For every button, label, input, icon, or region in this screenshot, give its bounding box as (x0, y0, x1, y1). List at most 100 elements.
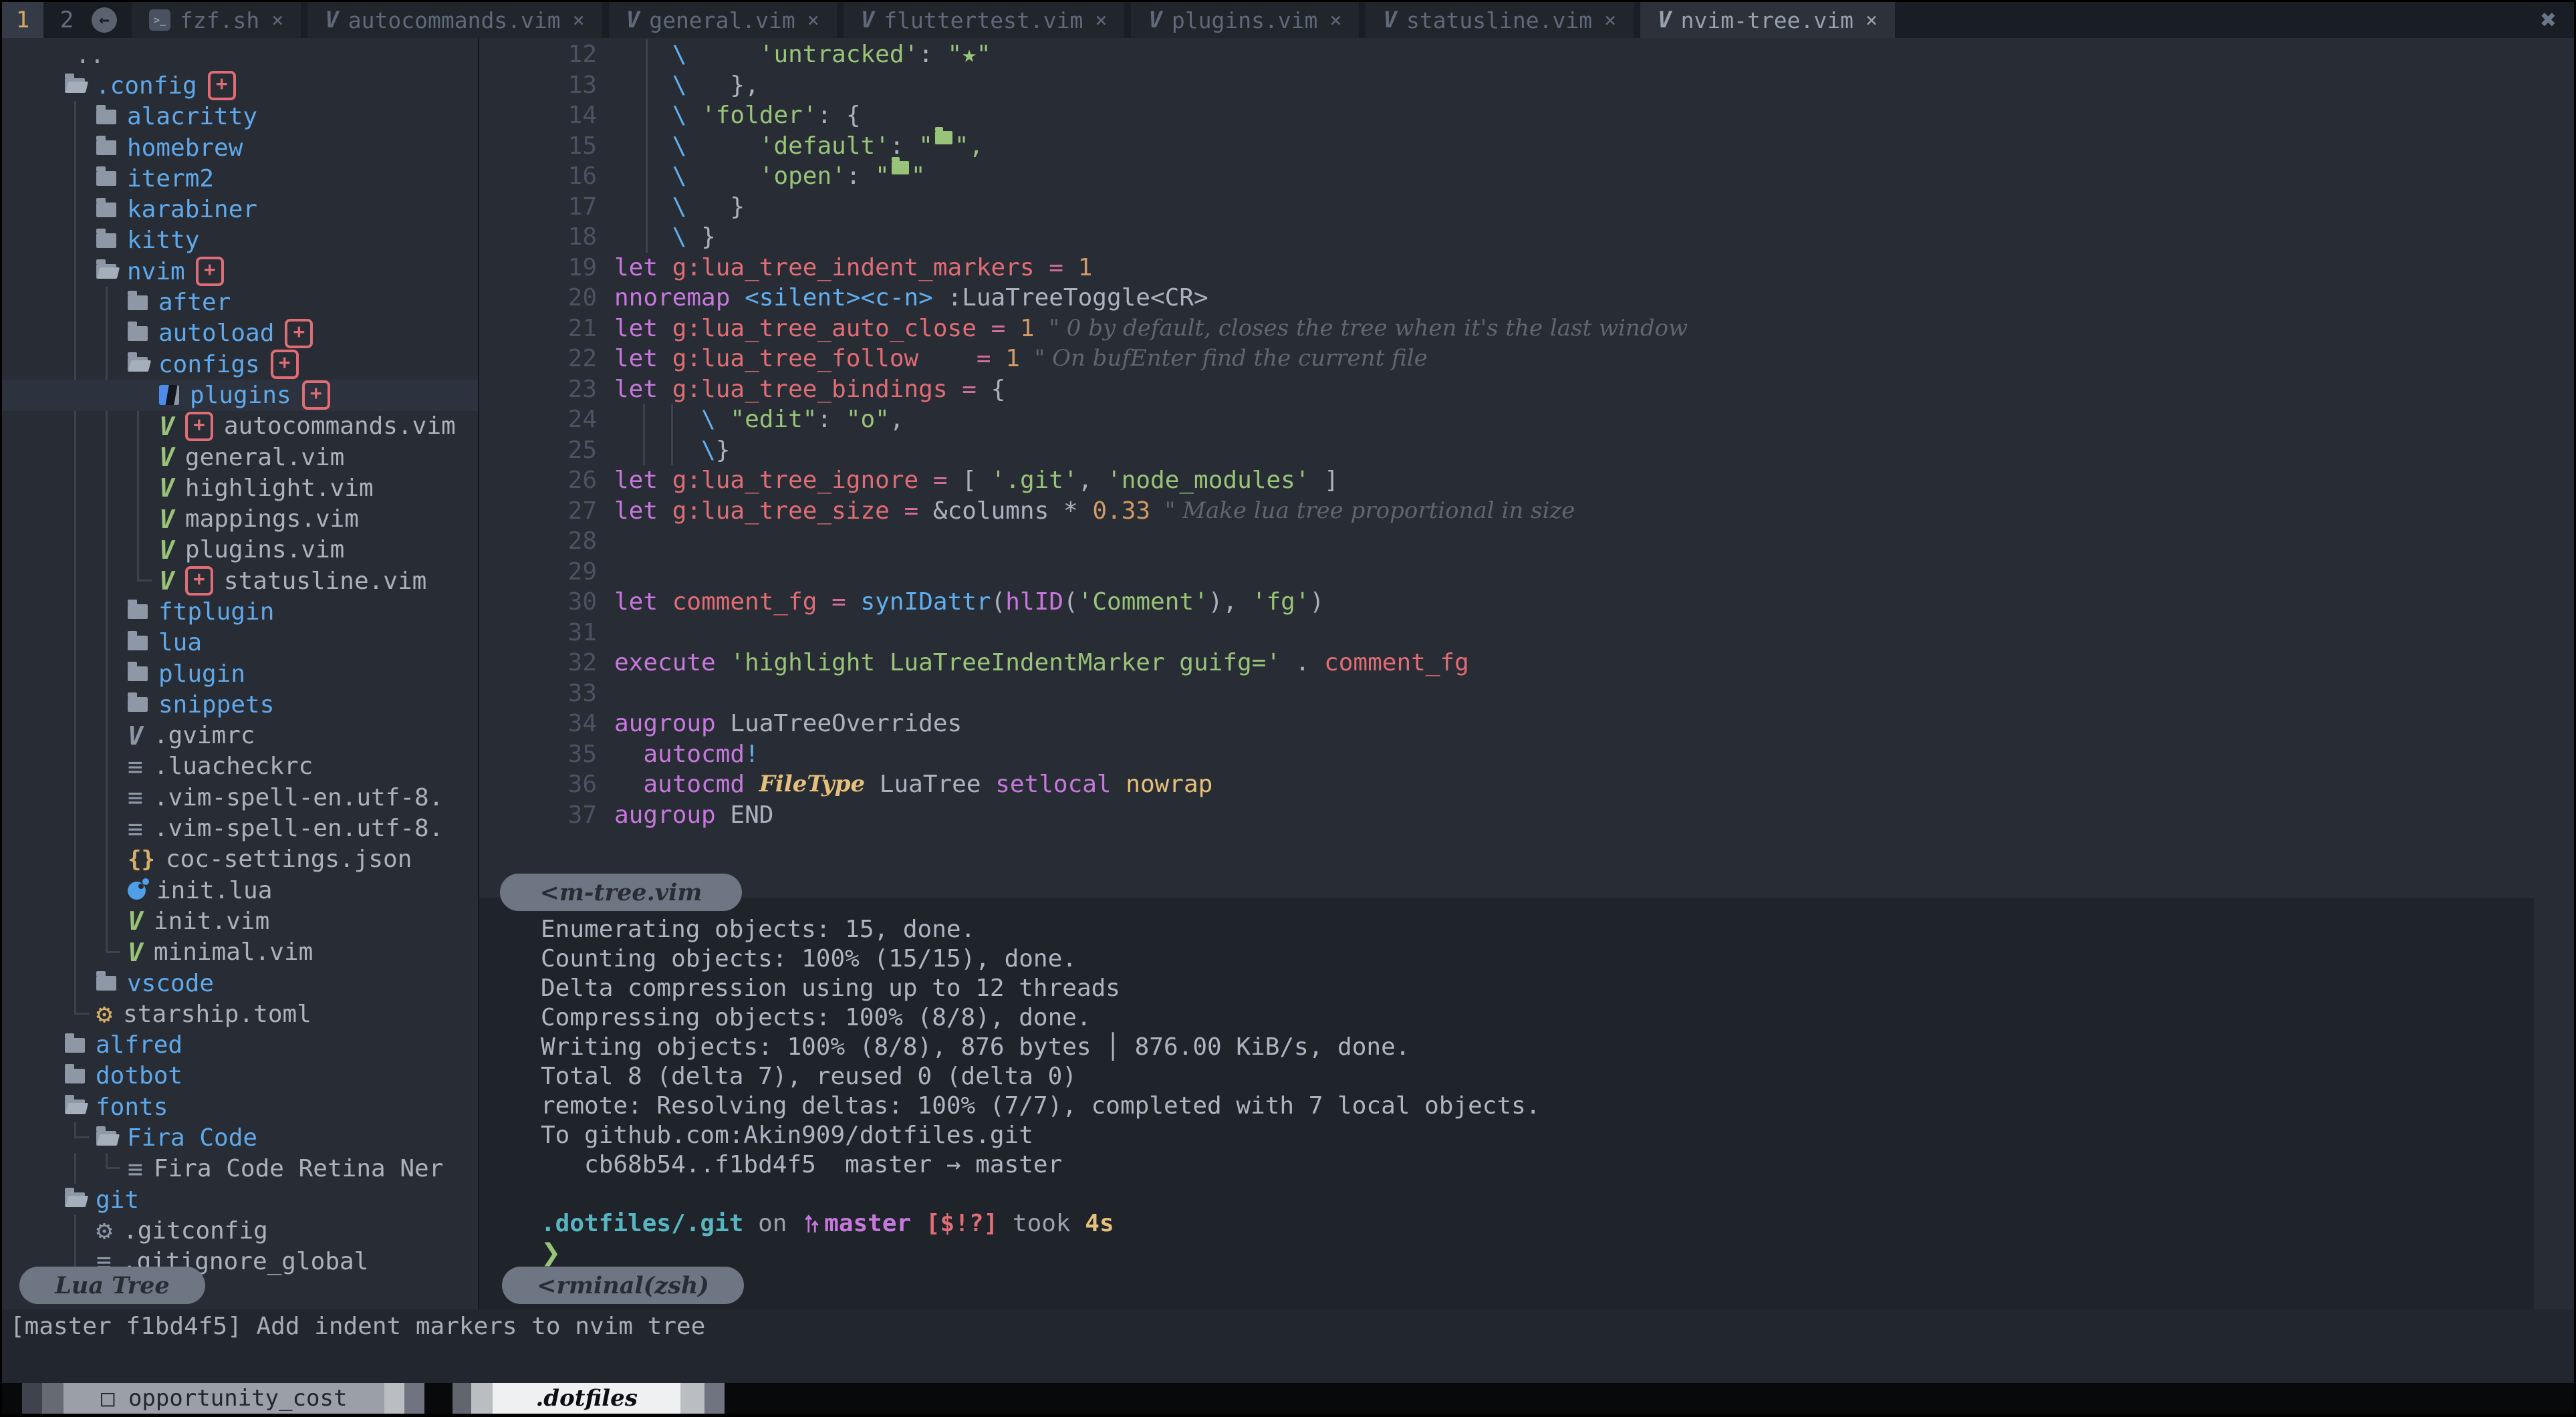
code-line: 20nnoremap <silent><c-n> :LuaTreeToggle<… (479, 283, 2574, 313)
tab-close-icon[interactable]: × (1329, 9, 1341, 32)
tab-close-icon[interactable]: × (271, 9, 283, 32)
tree-item-plugins.vim[interactable]: Vplugins.vim (2, 535, 478, 565)
tree-item-Fira-Code-Retina-Ner[interactable]: ≡Fira Code Retina Ner (2, 1154, 478, 1184)
vim-file-icon: V (159, 442, 174, 472)
json-file-icon: {} (128, 846, 155, 873)
tree-item-minimal.vim[interactable]: Vminimal.vim (2, 937, 478, 968)
tree-item-vscode[interactable]: vscode (2, 968, 478, 999)
tree-item-alfred[interactable]: alfred (2, 1030, 478, 1061)
vim-file-icon: V (128, 906, 143, 936)
tab-plugins.vim[interactable]: Vplugins.vim× (1131, 2, 1359, 38)
tree-item-.gvimrc[interactable]: V.gvimrc (2, 721, 478, 751)
tree-item-lua[interactable]: lua (2, 628, 478, 658)
terminal-line: Total 8 (delta 7), reused 0 (delta 0) (541, 1062, 2534, 1091)
tab-statusline.vim[interactable]: Vstatusline.vim× (1366, 2, 1634, 38)
tree-item-autocommands.vim[interactable]: V+autocommands.vim (2, 411, 478, 442)
tree-item-ftplugin[interactable]: ftplugin (2, 596, 478, 627)
file-tree-panel[interactable]: ...config+alacrittyhomebrewiterm2karabin… (2, 38, 479, 1309)
tab-close-icon[interactable]: × (1604, 9, 1616, 32)
tab-fluttertest.vim[interactable]: Vfluttertest.vim× (844, 2, 1125, 38)
folder-icon (65, 1038, 85, 1053)
prompt-segment: [$!?] (911, 1210, 998, 1237)
line-number: 22 (479, 344, 614, 374)
line-number: 24 (479, 404, 614, 435)
tab-nvim-tree.vim[interactable]: Vnvim-tree.vim× (1640, 2, 1895, 38)
tab-general.vim[interactable]: Vgeneral.vim× (609, 2, 837, 38)
tree-item-iterm2[interactable]: iterm2 (2, 163, 478, 194)
vim-icon: V (1148, 7, 1162, 33)
tab-label: fzf.sh (180, 7, 259, 33)
tree-item-starship.toml[interactable]: ⚙starship.toml (2, 999, 478, 1029)
tree-item-plugin[interactable]: plugin (2, 658, 478, 689)
tmux-segment (471, 1383, 493, 1414)
tab-label: nvim-tree.vim (1681, 7, 1853, 33)
line-number: 23 (479, 374, 614, 405)
tree-item-general.vim[interactable]: Vgeneral.vim (2, 442, 478, 473)
line-number: 29 (479, 557, 614, 588)
tab-close-icon[interactable]: × (807, 9, 819, 32)
vim-icon: V (626, 7, 640, 33)
tree-item-init.lua[interactable]: init.lua (2, 875, 478, 906)
tab-close-icon[interactable]: × (1865, 9, 1878, 32)
tree-item-mappings.vim[interactable]: Vmappings.vim (2, 503, 478, 534)
tree-item-dotbot[interactable]: dotbot (2, 1061, 478, 1091)
tree-item-configs[interactable]: configs+ (2, 349, 478, 380)
tree-item-init.vim[interactable]: Vinit.vim (2, 906, 478, 936)
tab-close-icon[interactable]: × (1095, 9, 1107, 32)
close-icon[interactable]: ✖ (2541, 5, 2557, 35)
tree-item-plugins[interactable]: plugins+ (2, 380, 478, 410)
tree-item-.vim-spell-en.utf-8.[interactable]: ≡.vim-spell-en.utf-8. (2, 813, 478, 844)
tree-item-karabiner[interactable]: karabiner (2, 194, 478, 225)
tree-item-alacritty[interactable]: alacritty (2, 102, 478, 132)
tmux-status-bar: □ opportunity_cost .dotfiles (2, 1383, 2574, 1414)
tree-item-kitty[interactable]: kitty (2, 225, 478, 256)
folder-icon (96, 976, 116, 991)
code-line: 15 \ 'default': "", (479, 131, 2574, 162)
tree-item-..[interactable]: .. (2, 39, 478, 70)
prompt-segment: .dotfiles/.git (541, 1210, 743, 1237)
back-arrow-icon[interactable]: ← (92, 7, 117, 33)
editor-buffer[interactable]: 12 \ 'untracked': "★"13 \ },14 \ 'folder… (479, 38, 2574, 898)
line-number: 31 (479, 618, 614, 648)
tree-item-label: vscode (127, 970, 214, 997)
tree-item-.vim-spell-en.utf-8.[interactable]: ≡.vim-spell-en.utf-8. (2, 782, 478, 813)
folder-icon (128, 636, 148, 650)
tree-item-highlight.vim[interactable]: Vhighlight.vim (2, 473, 478, 503)
tree-item-coc-settings.json[interactable]: {}coc-settings.json (2, 844, 478, 875)
tree-item-after[interactable]: after (2, 287, 478, 317)
folder-open-icon (96, 1131, 116, 1146)
tree-item-label: autoload (158, 319, 274, 347)
tmux-window-dotfiles[interactable]: .dotfiles (493, 1383, 680, 1414)
prompt-cursor-line: ❯ (541, 1239, 2534, 1268)
tree-item-git[interactable]: git (2, 1184, 478, 1215)
tmux-segment (2, 1383, 22, 1414)
tmux-window-opportunity_cost[interactable]: □ opportunity_cost (63, 1383, 384, 1414)
shell-prompt: .dotfiles/.git on master [$!?] took 4s (541, 1209, 2534, 1239)
line-number: 36 (479, 769, 614, 800)
tree-item-label: minimal.vim (154, 938, 313, 966)
tree-item-statusline.vim[interactable]: V+statusline.vim (2, 565, 478, 596)
tab-autocommands.vim[interactable]: Vautocommands.vim× (307, 2, 602, 38)
vim-icon: V (861, 7, 874, 33)
tree-item-autoload[interactable]: autoload+ (2, 318, 478, 349)
tab-close-icon[interactable]: × (573, 9, 585, 32)
tree-item-Fira-Code[interactable]: Fira Code (2, 1122, 478, 1153)
tree-item-homebrew[interactable]: homebrew (2, 132, 478, 163)
code-line: 34augroup LuaTreeOverrides (479, 708, 2574, 739)
tree-item-nvim[interactable]: nvim+ (2, 256, 478, 287)
folder-open-icon (65, 1192, 85, 1207)
tmux-segment (453, 1383, 471, 1414)
terminal-line: Delta compression using up to 12 threads (541, 974, 2534, 1003)
terminal-pane[interactable]: Enumerating objects: 15, done.Counting o… (479, 898, 2534, 1309)
tree-item-fonts[interactable]: fonts (2, 1091, 478, 1122)
tree-item-label: alacritty (127, 103, 257, 130)
tree-item-snippets[interactable]: snippets (2, 689, 478, 720)
cmdline-message: [master f1bd4f5] Add indent markers to n… (2, 1309, 2574, 1344)
line-number: 27 (479, 496, 614, 527)
tree-item-.luacheckrc[interactable]: ≡.luacheckrc (2, 751, 478, 782)
tab-fzf.sh[interactable]: >_fzf.sh× (132, 2, 301, 38)
tabpage-2[interactable]: 2 (47, 2, 86, 38)
tree-item-.config[interactable]: .config+ (2, 70, 478, 101)
tabpage-1[interactable]: 1 (2, 2, 43, 38)
tree-item-.gitconfig[interactable]: ⚙.gitconfig (2, 1215, 478, 1246)
